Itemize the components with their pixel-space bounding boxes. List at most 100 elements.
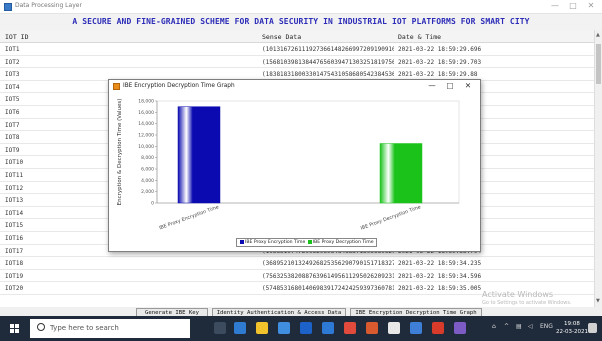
vertical-scrollbar[interactable]: ▲ ▼ — [594, 30, 602, 307]
word-icon[interactable] — [410, 322, 422, 334]
windows-taskbar: Type here to search ⌂ ^ ▤ ◁ ENG 19:08 22… — [0, 316, 602, 341]
x-category-label: IBE Proxy Decryption Time — [360, 204, 422, 231]
y-tick-label: 0 — [151, 201, 154, 207]
cell-date-time: 2021-03-22 18:59:34.596 — [398, 272, 482, 280]
notification-icon[interactable] — [588, 323, 597, 333]
bar-decryption-time — [379, 143, 423, 204]
java-icon[interactable] — [366, 322, 378, 334]
chrome-icon[interactable] — [344, 322, 356, 334]
column-header-sense-data[interactable]: Sense Data — [262, 33, 301, 41]
cell-sense-data: (574853168014069839172424259397360781761… — [262, 285, 394, 293]
legend-swatch-decryption — [307, 239, 312, 244]
y-tick-label: 16,000 — [138, 110, 154, 116]
cell-iot-id: IOT18 — [5, 260, 24, 268]
y-tick-label: 4,000 — [141, 178, 154, 184]
cell-sense-data: (756325382088763961495611295026209231291… — [262, 272, 394, 280]
minimize-icon[interactable]: — — [548, 1, 562, 10]
cell-iot-id: IOT15 — [5, 222, 24, 230]
maximize-icon[interactable]: □ — [566, 1, 580, 10]
dialog-close-icon[interactable]: ✕ — [461, 81, 475, 90]
file-explorer-icon[interactable] — [256, 322, 268, 334]
cell-sense-data: (156810398138447656039471303251819756358… — [262, 58, 394, 66]
cell-iot-id: IOT20 — [5, 285, 24, 293]
y-tick-label: 8,000 — [141, 155, 154, 161]
y-tick-label: 14,000 — [138, 121, 154, 127]
bar-encryption-time — [177, 106, 221, 204]
cell-iot-id: IOT7 — [5, 121, 20, 129]
legend-label-decryption: IBE Proxy Decryption Time — [312, 240, 374, 245]
y-tick-label: 10,000 — [138, 144, 154, 150]
table-row[interactable]: IOT18 (3689521013249268253562907901517183… — [0, 257, 594, 270]
cell-iot-id: IOT11 — [5, 171, 24, 179]
cell-iot-id: IOT8 — [5, 134, 20, 142]
app-icon — [4, 3, 12, 11]
cell-sense-data: (368952101324926825356290790151718327308… — [262, 260, 394, 268]
cell-iot-id: IOT19 — [5, 272, 24, 280]
store-icon[interactable] — [300, 322, 312, 334]
calculator-icon[interactable] — [234, 322, 246, 334]
cell-iot-id: IOT4 — [5, 83, 20, 91]
window-title: Data Processing Layer — [15, 2, 82, 9]
java-app-icon — [113, 83, 120, 90]
language-indicator[interactable]: ENG — [540, 323, 553, 330]
dialog-minimize-icon[interactable]: — — [425, 81, 439, 90]
table-row[interactable]: IOT1 (10131672611192736614826699720919091… — [0, 43, 594, 56]
cell-iot-id: IOT13 — [5, 197, 24, 205]
clock-time: 19:08 — [564, 321, 580, 327]
app-banner-title: A SECURE AND FINE-GRAINED SCHEME FOR DAT… — [0, 14, 602, 30]
dialog-titlebar[interactable]: IBE Encryption Decryption Time Graph — □… — [109, 80, 480, 93]
close-icon[interactable]: ✕ — [584, 1, 598, 10]
table-row[interactable]: IOT19 (7563253820887639614956112950262092… — [0, 270, 594, 283]
people-icon[interactable]: ⌂ — [492, 323, 496, 330]
bar-chart: 0 2,000 4,000 6,000 8,000 10,000 12,000 14,000 1… — [117, 99, 460, 232]
cell-iot-id: IOT2 — [5, 58, 20, 66]
window-titlebar: Data Processing Layer — □ ✕ — [0, 0, 602, 14]
cell-date-time: 2021-03-22 18:59:34.235 — [398, 260, 482, 268]
graph-dialog: IBE Encryption Decryption Time Graph — □… — [108, 79, 481, 252]
legend-label-encryption: IBE Proxy Encryption Time — [245, 240, 306, 245]
cell-iot-id: IOT3 — [5, 71, 20, 79]
cell-date-time: 2021-03-22 18:59:29.88 — [398, 71, 478, 79]
column-header-iot-id[interactable]: IOT ID — [5, 33, 28, 41]
cell-sense-data: (183818318003301475431058680542384536509… — [262, 71, 394, 79]
notepad-icon[interactable] — [388, 322, 400, 334]
dialog-maximize-icon[interactable]: □ — [443, 81, 457, 90]
cell-iot-id: IOT17 — [5, 247, 24, 255]
powerpoint-icon[interactable] — [432, 322, 444, 334]
windows-start-icon[interactable] — [10, 324, 19, 333]
cell-iot-id: IOT1 — [5, 46, 20, 53]
activation-watermark: Activate Windows Go to Settings to activ… — [482, 290, 572, 308]
scrollbar-thumb[interactable] — [596, 44, 601, 84]
app-icon-extra[interactable] — [454, 322, 466, 334]
chart-legend: IBE Proxy Encryption Time IBE Proxy Decr… — [236, 238, 377, 247]
taskbar-search-box[interactable]: Type here to search — [30, 319, 190, 338]
y-tick-label: 18,000 — [138, 99, 154, 105]
search-icon — [37, 323, 45, 331]
column-header-date-time[interactable]: Date & Time — [398, 33, 441, 41]
taskbar-clock[interactable]: 19:08 22-03-2021 — [556, 320, 588, 336]
cell-iot-id: IOT9 — [5, 146, 20, 154]
cell-date-time: 2021-03-22 18:59:29.703 — [398, 58, 482, 66]
cell-iot-id: IOT5 — [5, 96, 20, 104]
tray-chevron-icon[interactable]: ^ — [504, 323, 509, 330]
table-header: IOT ID Sense Data Date & Time — [0, 30, 594, 43]
mail-icon[interactable] — [322, 322, 334, 334]
legend-swatch-encryption — [240, 239, 244, 244]
watermark-subtitle: Go to Settings to activate Windows. — [482, 300, 572, 306]
clock-date: 22-03-2021 — [556, 329, 588, 335]
y-tick-label: 2,000 — [141, 189, 154, 195]
cell-iot-id: IOT10 — [5, 159, 24, 167]
edge-browser-icon[interactable] — [278, 322, 290, 334]
network-icon[interactable]: ▤ — [516, 323, 522, 330]
x-category-label: IBE Proxy Encryption Time — [158, 204, 219, 231]
volume-icon[interactable]: ◁ — [528, 323, 533, 330]
cell-iot-id: IOT12 — [5, 184, 24, 192]
dialog-title: IBE Encryption Decryption Time Graph — [123, 83, 235, 89]
table-row[interactable]: IOT2 (15681039813844765603947130325181975… — [0, 56, 594, 69]
cell-date-time: 2021-03-22 18:59:35.005 — [398, 285, 482, 293]
scroll-up-icon[interactable]: ▲ — [596, 32, 600, 38]
cell-iot-id: IOT6 — [5, 108, 20, 116]
y-tick-label: 6,000 — [141, 167, 154, 173]
task-view-icon[interactable] — [214, 322, 226, 334]
scroll-down-icon[interactable]: ▼ — [596, 298, 600, 304]
